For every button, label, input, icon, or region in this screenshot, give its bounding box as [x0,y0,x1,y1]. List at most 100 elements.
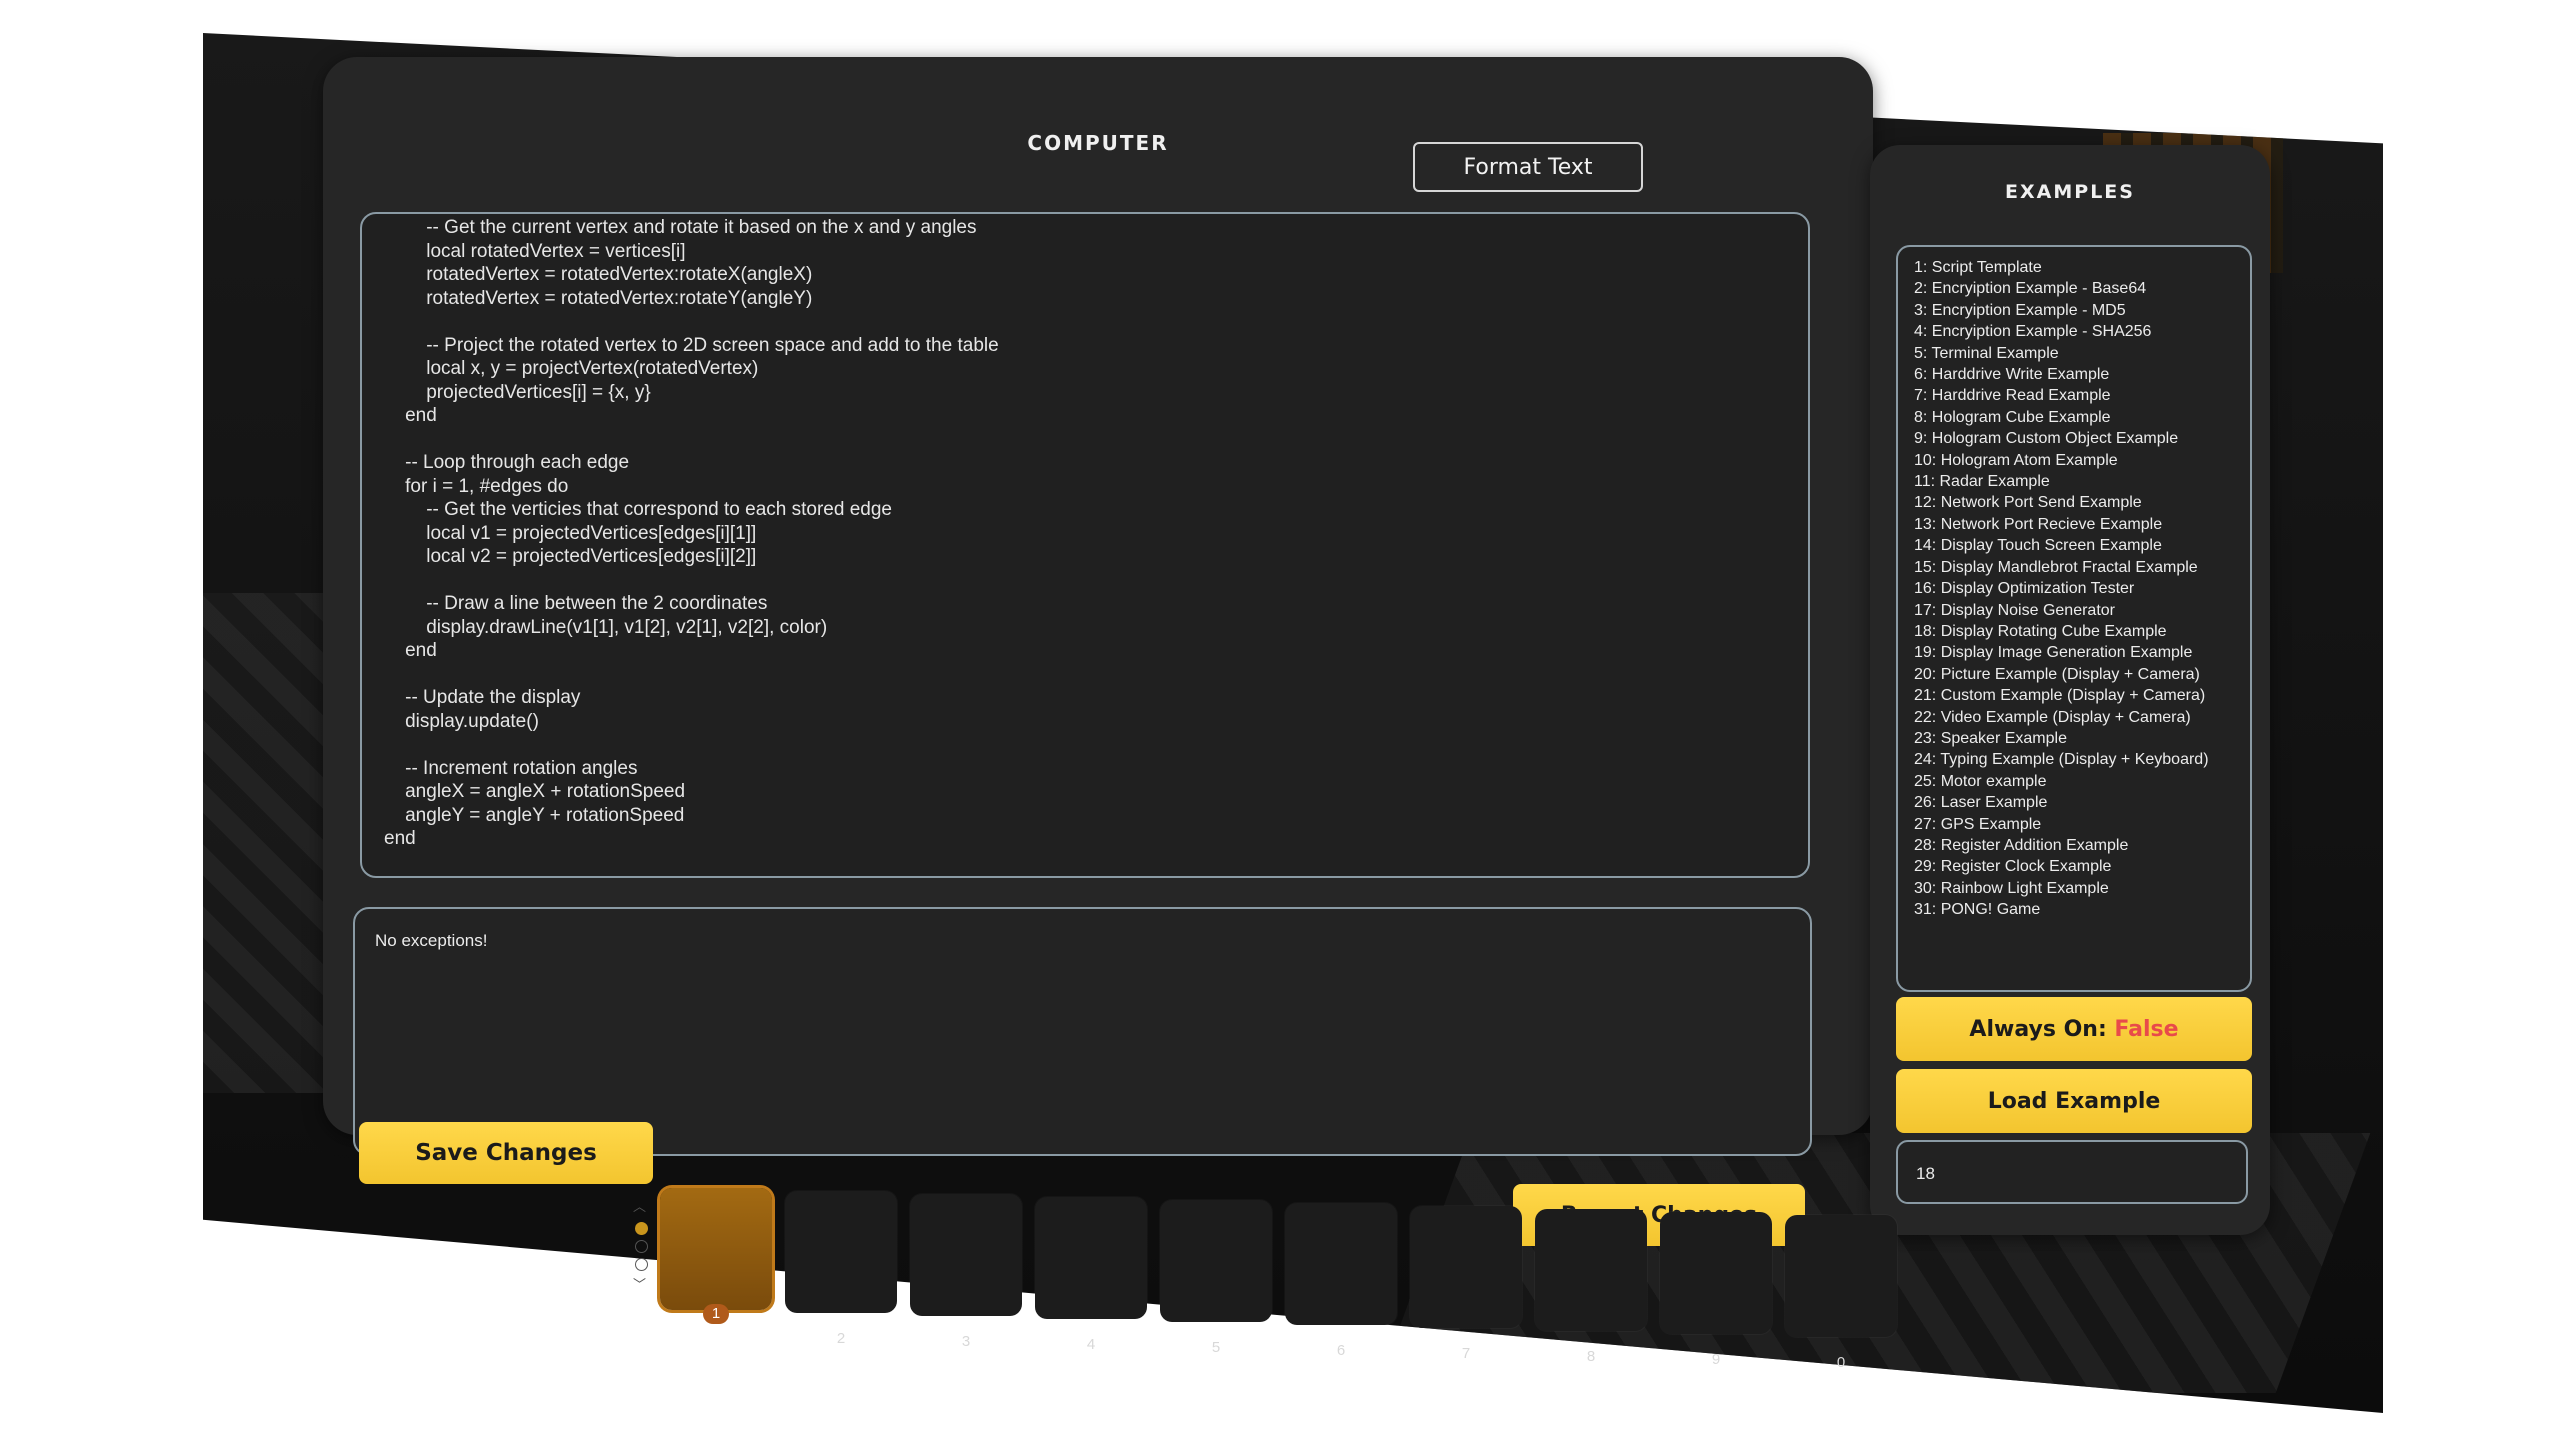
example-list-item[interactable]: 6: Harddrive Write Example [1914,364,2250,385]
example-list-item[interactable]: 20: Picture Example (Display + Camera) [1914,664,2250,685]
code-line: display.drawLine(v1[1], v1[2], v2[1], v2… [384,616,828,638]
code-line: projectedVertices[i] = {x, y} [384,381,651,403]
example-list-item[interactable]: 17: Display Noise Generator [1914,600,2250,621]
code-editor[interactable]: -- Get the current vertex and rotate it … [360,212,1810,878]
hotbar-slot-number: 8 [1586,1348,1596,1365]
example-list-item[interactable]: 1: Script Template [1914,257,2250,278]
code-line: end [384,640,437,661]
code-line: -- Get the verticies that correspond to … [384,499,892,520]
code-line: -- Get the current vertex and rotate it … [384,217,977,238]
example-list-item[interactable]: 5: Terminal Example [1914,343,2250,364]
exception-output: No exceptions! [353,907,1812,1156]
example-list-item[interactable]: 9: Hologram Custom Object Example [1914,428,2250,449]
example-list-item[interactable]: 31: PONG! Game [1914,899,2250,920]
exception-text: No exceptions! [375,931,488,950]
example-list-item[interactable]: 7: Harddrive Read Example [1914,385,2250,406]
example-list-item[interactable]: 24: Typing Example (Display + Keyboard) [1914,749,2250,770]
hotbar-slot-number: 5 [1211,1339,1221,1356]
code-line: -- Project the rotated vertex to 2D scre… [384,334,999,356]
code-line: local v1 = projectedVertices[edges[i][1]… [384,522,757,544]
code-line: end [384,828,416,849]
example-list-item[interactable]: 21: Custom Example (Display + Camera) [1914,685,2250,706]
code-line: -- Update the display [384,687,581,708]
example-list-item[interactable]: 27: GPS Example [1914,814,2250,835]
page-dot [635,1240,648,1253]
example-list-item[interactable]: 18: Display Rotating Cube Example [1914,621,2250,642]
example-list-item[interactable]: 14: Display Touch Screen Example [1914,535,2250,556]
example-list-item[interactable]: 8: Hologram Cube Example [1914,407,2250,428]
example-list-item[interactable]: 12: Network Port Send Example [1914,492,2250,513]
hotbar-slot[interactable]: 8 [1535,1209,1647,1365]
chevron-down-icon: ﹀ [633,1277,647,1292]
hotbar: ︿ ﹀ 1 2 3 4 5 6 7 8 9 0 [633,1188,1920,1371]
examples-title: EXAMPLES [2005,181,2135,203]
code-line: local v2 = projectedVertices[edges[i][2]… [384,546,757,567]
example-list-item[interactable]: 23: Speaker Example [1914,728,2250,749]
example-list-item[interactable]: 2: Encryiption Example - Base64 [1914,278,2250,299]
code-line: -- Loop through each edge [384,452,630,473]
example-list-item[interactable]: 26: Laser Example [1914,792,2250,813]
example-list-item[interactable]: 4: Encryiption Example - SHA256 [1914,321,2250,342]
examples-list: 1: Script Template 2: Encryiption Example… [1898,247,2250,921]
hotbar-slot-number: 1 [703,1304,729,1324]
hotbar-slot-number: 3 [961,1333,971,1350]
code-line: for i = 1, #edges do [384,475,569,497]
code-line: angleY = angleY + rotationSpeed [384,804,685,826]
hotbar-slot-number: 6 [1336,1342,1346,1359]
code-line: angleX = angleX + rotationSpeed [384,781,686,802]
hotbar-slot[interactable]: 9 [1660,1212,1772,1368]
hotbar-slot[interactable]: 3 [910,1194,1022,1350]
hotbar-slot[interactable]: 6 [1285,1203,1397,1359]
format-text-button[interactable]: Format Text [1413,142,1643,192]
hotbar-slot[interactable]: 7 [1410,1206,1522,1362]
page-dot-active [635,1222,648,1235]
code-line: display.update() [384,710,539,732]
code-line: end [384,405,437,426]
always-on-label: Always On: [1969,1016,2107,1042]
example-list-item[interactable]: 29: Register Clock Example [1914,856,2250,877]
code-line: -- Increment rotation angles [384,757,638,779]
code-line: -- Draw a line between the 2 coordinates [384,593,768,614]
example-list-item[interactable]: 11: Radar Example [1914,471,2250,492]
save-changes-button[interactable]: Save Changes [359,1122,653,1184]
chevron-up-icon: ︿ [633,1199,647,1214]
hotbar-scroll-indicator: ︿ ﹀ [630,1199,652,1310]
hotbar-slot[interactable]: 5 [1160,1200,1272,1356]
always-on-value: False [2114,1016,2179,1042]
example-list-item[interactable]: 15: Display Mandlebrot Fractal Example [1914,557,2250,578]
example-list-item[interactable]: 13: Network Port Recieve Example [1914,514,2250,535]
example-list-item[interactable]: 3: Encryiption Example - MD5 [1914,300,2250,321]
code-line: local x, y = projectVertex(rotatedVertex… [384,358,759,379]
always-on-toggle-button[interactable]: Always On: False [1896,997,2252,1061]
hotbar-slot-number: 2 [836,1330,846,1347]
example-list-item[interactable]: 22: Video Example (Display + Camera) [1914,707,2250,728]
hotbar-slot-number: 9 [1711,1351,1721,1368]
examples-panel: EXAMPLES 1: Script Template 2: Encryiptio… [1870,145,2270,1235]
hotbar-slot-number: 4 [1086,1336,1096,1353]
example-list-item[interactable]: 19: Display Image Generation Example [1914,642,2250,663]
hotbar-slot[interactable]: 4 [1035,1197,1147,1353]
load-example-button[interactable]: Load Example [1896,1069,2252,1133]
example-list-item[interactable]: 16: Display Optimization Tester [1914,578,2250,599]
code-line: rotatedVertex = rotatedVertex:rotateY(an… [384,287,813,309]
hotbar-slot-number: 7 [1461,1345,1471,1362]
example-list-item[interactable]: 30: Rainbow Light Example [1914,878,2250,899]
hotbar-slot[interactable]: 2 [785,1191,897,1347]
example-list-item[interactable]: 25: Motor example [1914,771,2250,792]
hotbar-slot[interactable]: 1 [660,1188,772,1324]
code-line: rotatedVertex = rotatedVertex:rotateX(an… [384,264,813,285]
example-list-item[interactable]: 28: Register Addition Example [1914,835,2250,856]
example-number-input[interactable]: 18 [1896,1140,2248,1204]
examples-list-box: 1: Script Template 2: Encryiption Example… [1896,245,2252,992]
hotbar-slot[interactable]: 0 [1785,1215,1897,1371]
code-line: local rotatedVertex = vertices[i] [384,240,686,262]
computer-panel: COMPUTER Format Text -- Get the current … [323,57,1873,1246]
example-list-item[interactable]: 10: Hologram Atom Example [1914,450,2250,471]
left-wall-pattern [203,593,333,1093]
code-text[interactable]: -- Get the current vertex and rotate it … [384,216,999,851]
